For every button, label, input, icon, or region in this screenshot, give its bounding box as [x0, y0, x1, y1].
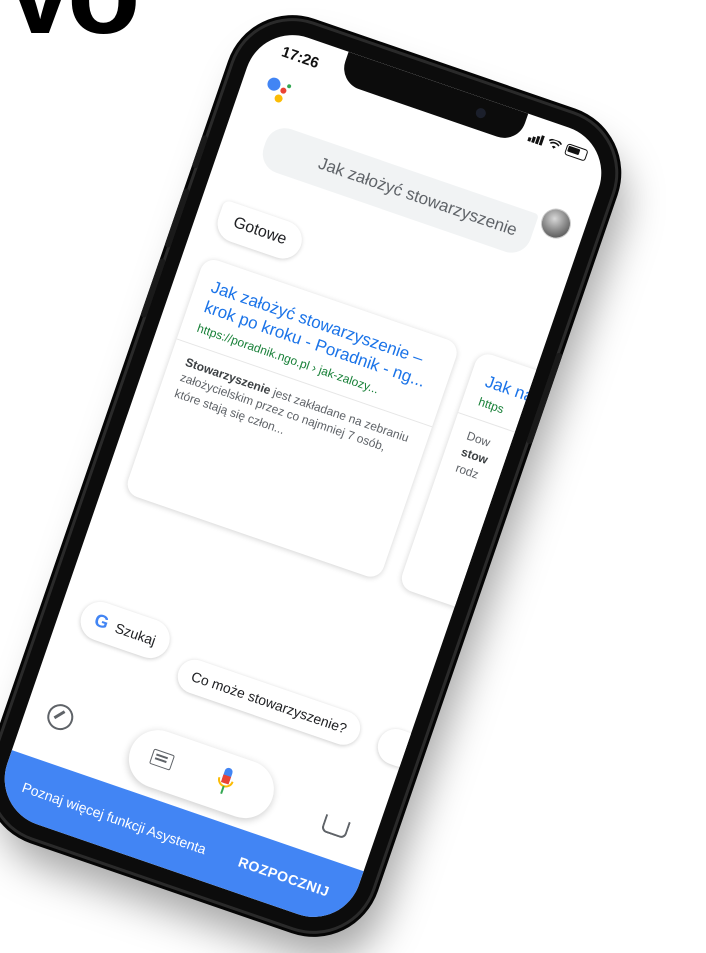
camera-icon [474, 106, 488, 120]
keyboard-icon[interactable] [149, 748, 176, 771]
assistant-reply-bubble: Gotowe [212, 199, 308, 264]
compass-icon[interactable] [43, 700, 77, 734]
signal-icon [527, 131, 545, 146]
microphone-icon[interactable] [213, 764, 239, 799]
start-button[interactable]: ROZPOCZNIJ [236, 854, 331, 900]
user-avatar[interactable] [536, 204, 576, 243]
result-card[interactable]: Jak założyć stowarzyszenie – krok po kro… [123, 256, 461, 581]
result-snippet: Dow stow rodz [435, 413, 614, 567]
google-assistant-icon [267, 77, 292, 103]
status-time: 17:26 [279, 43, 322, 72]
phone-side-button [191, 134, 209, 169]
battery-icon [563, 143, 589, 162]
background-headline: Vo [0, 0, 140, 52]
snapshot-icon[interactable] [320, 813, 351, 840]
google-g-icon: G [91, 609, 112, 634]
search-chip-label: Szukaj [113, 619, 159, 648]
wifi-icon [548, 138, 563, 149]
question-chip-label: Co może stowarzyszenie? [189, 668, 350, 737]
phone-volume-up-button [164, 187, 191, 249]
status-icons [527, 130, 589, 162]
phone-screen: 17:26 Jak założyć stowarzyszenie Gotowe … [0, 22, 615, 930]
stage: Vo 17:26 [0, 0, 706, 953]
search-chip[interactable]: G Szukaj [75, 596, 176, 664]
phone-volume-down-button [140, 257, 166, 319]
more-chip[interactable] [372, 724, 425, 772]
result-cards: Jak założyć stowarzyszenie – krok po kro… [121, 256, 615, 675]
phone-frame: 17:26 Jak założyć stowarzyszenie Gotowe … [0, 4, 633, 948]
notch [338, 51, 529, 144]
